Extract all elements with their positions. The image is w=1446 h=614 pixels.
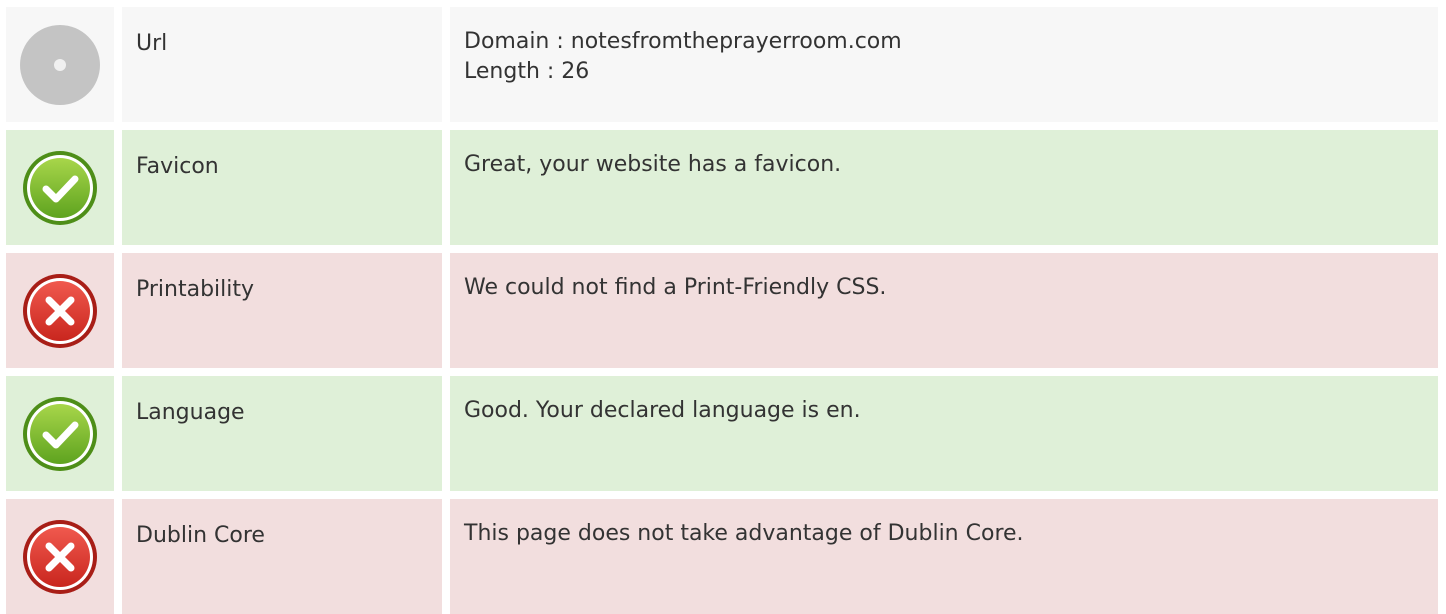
result-label: Printability xyxy=(122,253,442,368)
result-row-language: Language Good. Your declared language is… xyxy=(6,376,1438,491)
result-value: Good. Your declared language is en. xyxy=(450,376,1438,491)
dublin-core-message: This page does not take advantage of Dub… xyxy=(464,521,1024,546)
result-row-dublin-core: Dublin Core This page does not take adva… xyxy=(6,499,1438,614)
result-value: Domain : notesfromtheprayerroom.com Leng… xyxy=(450,7,1438,122)
result-label: Url xyxy=(122,7,442,122)
favicon-message: Great, your website has a favicon. xyxy=(464,152,842,177)
url-domain-text: Domain : notesfromtheprayerroom.com xyxy=(464,29,902,54)
result-row-printability: Printability We could not find a Print-F… xyxy=(6,253,1438,368)
check-circle-icon xyxy=(22,396,98,472)
url-length-text: Length : 26 xyxy=(464,59,590,84)
check-circle-icon xyxy=(22,150,98,226)
result-label: Favicon xyxy=(122,130,442,245)
result-value: This page does not take advantage of Dub… xyxy=(450,499,1438,614)
result-label: Language xyxy=(122,376,442,491)
result-value: Great, your website has a favicon. xyxy=(450,130,1438,245)
result-row-url: Url Domain : notesfromtheprayerroom.com … xyxy=(6,7,1438,122)
result-row-favicon: Favicon Great, your website has a favico… xyxy=(6,130,1438,245)
printability-message: We could not find a Print-Friendly CSS. xyxy=(464,275,887,300)
info-circle-icon xyxy=(19,24,101,106)
cross-circle-icon xyxy=(22,519,98,595)
cross-circle-icon xyxy=(22,273,98,349)
result-value: We could not find a Print-Friendly CSS. xyxy=(450,253,1438,368)
language-message: Good. Your declared language is en. xyxy=(464,398,861,423)
result-label: Dublin Core xyxy=(122,499,442,614)
seo-results-table: Url Domain : notesfromtheprayerroom.com … xyxy=(6,7,1438,614)
